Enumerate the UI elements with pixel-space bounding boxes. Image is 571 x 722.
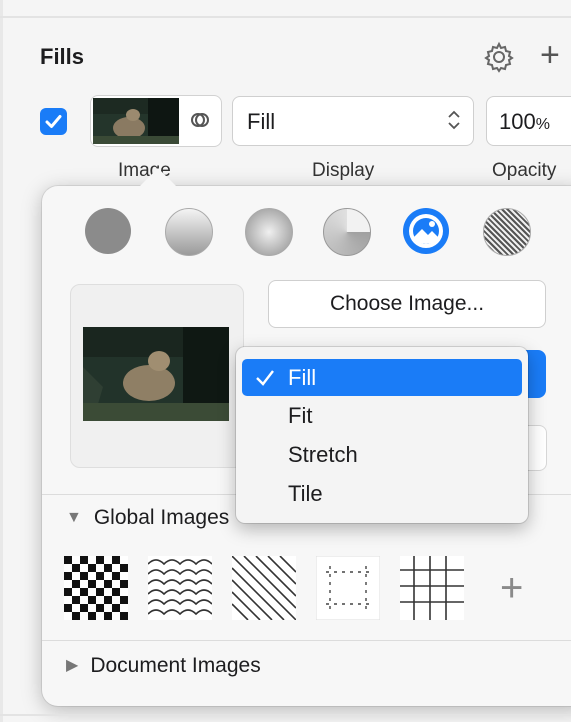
opacity-field[interactable]: 100%	[486, 96, 571, 146]
menu-item-label: Fill	[288, 365, 317, 390]
global-images-disclosure[interactable]: ▼ Global Images	[66, 506, 229, 530]
bottom-divider	[0, 714, 571, 716]
checkerboard-pattern[interactable]	[64, 556, 128, 620]
display-mode-menu: Fill Fit Stretch Tile	[236, 347, 528, 523]
add-pattern-button[interactable]: +	[500, 568, 523, 608]
global-images-label: Global Images	[93, 506, 230, 529]
linear-gradient-icon[interactable]	[165, 208, 213, 256]
solid-fill-icon[interactable]	[85, 208, 131, 254]
display-label: Display	[312, 160, 375, 181]
tiger-preview-image	[83, 327, 229, 421]
choose-image-button[interactable]: Choose Image...	[268, 280, 546, 328]
disclosure-right-icon: ▶	[66, 657, 79, 674]
gear-icon[interactable]	[482, 40, 516, 74]
panel-left-edge	[0, 0, 3, 722]
waves-pattern[interactable]	[148, 556, 212, 620]
fill-image-swatch[interactable]	[90, 95, 222, 147]
document-images-disclosure[interactable]: ▶ Document Images	[66, 654, 261, 678]
fills-section-title: Fills	[40, 44, 85, 69]
link-icon[interactable]	[189, 109, 211, 131]
opacity-unit: %	[535, 116, 550, 133]
angular-gradient-icon[interactable]	[323, 208, 371, 256]
opacity-value: 100	[499, 109, 536, 134]
radial-gradient-icon[interactable]	[245, 208, 293, 256]
fill-type-selector	[85, 208, 535, 258]
menu-item-label: Fit	[288, 403, 313, 428]
noise-fill-icon[interactable]	[483, 208, 531, 256]
section-divider	[42, 640, 571, 641]
menu-item-fill[interactable]: Fill	[242, 359, 522, 396]
dotted-grid-pattern[interactable]	[316, 556, 380, 620]
menu-item-stretch[interactable]: Stretch	[242, 436, 522, 473]
menu-item-fit[interactable]: Fit	[242, 397, 522, 434]
menu-item-label: Tile	[288, 481, 323, 506]
image-fill-icon[interactable]	[403, 208, 449, 254]
tiger-thumbnail	[93, 98, 179, 144]
menu-item-tile[interactable]: Tile	[242, 475, 522, 512]
document-images-label: Document Images	[90, 654, 261, 677]
fill-enabled-checkbox[interactable]	[40, 108, 67, 135]
add-fill-icon[interactable]: +	[540, 38, 560, 72]
display-mode-select[interactable]: Fill	[232, 96, 474, 146]
checkmark-icon	[256, 370, 274, 386]
display-mode-value: Fill	[247, 109, 276, 134]
disclosure-down-icon: ▼	[66, 509, 82, 526]
popover-arrow	[138, 168, 178, 188]
top-divider	[0, 16, 571, 18]
menu-item-label: Stretch	[288, 442, 358, 467]
grid-pattern[interactable]	[400, 556, 464, 620]
opacity-label: Opacity	[492, 160, 557, 181]
image-preview-well[interactable]	[70, 284, 244, 468]
updown-chevron-icon	[448, 110, 460, 130]
diagonal-lines-pattern[interactable]	[232, 556, 296, 620]
